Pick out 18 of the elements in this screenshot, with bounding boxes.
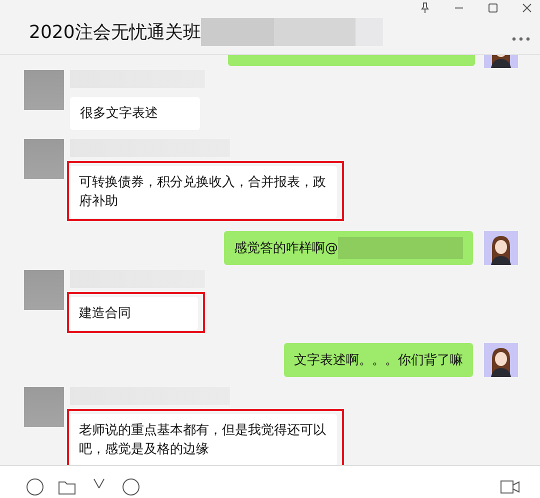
pin-icon[interactable]	[420, 2, 430, 14]
window-title: 2020注会无忧通关班	[29, 21, 201, 44]
message-text: 建造合同	[79, 306, 131, 321]
close-icon[interactable]	[522, 3, 532, 13]
message-text: 可转换债券，积分兑换收入，合并报表，政府补助	[79, 175, 326, 209]
message-text: 感觉答的咋样啊@	[234, 240, 338, 258]
avatar-icon	[484, 343, 518, 377]
message-text: 老师说的重点基本都有，但是我觉得还可以吧，感觉是及格的边缘	[79, 423, 326, 457]
avatar	[24, 70, 64, 110]
message-text: 很多文字表述	[80, 106, 158, 121]
avatar	[24, 139, 64, 179]
avatar	[24, 387, 64, 427]
avatar	[24, 270, 64, 310]
message-text: 文字表述啊。。。你们背了嘛	[294, 352, 463, 370]
maximize-icon[interactable]	[488, 3, 498, 13]
video-icon[interactable]	[500, 478, 520, 496]
more-icon[interactable]	[512, 37, 530, 41]
avatar-icon	[484, 231, 518, 265]
